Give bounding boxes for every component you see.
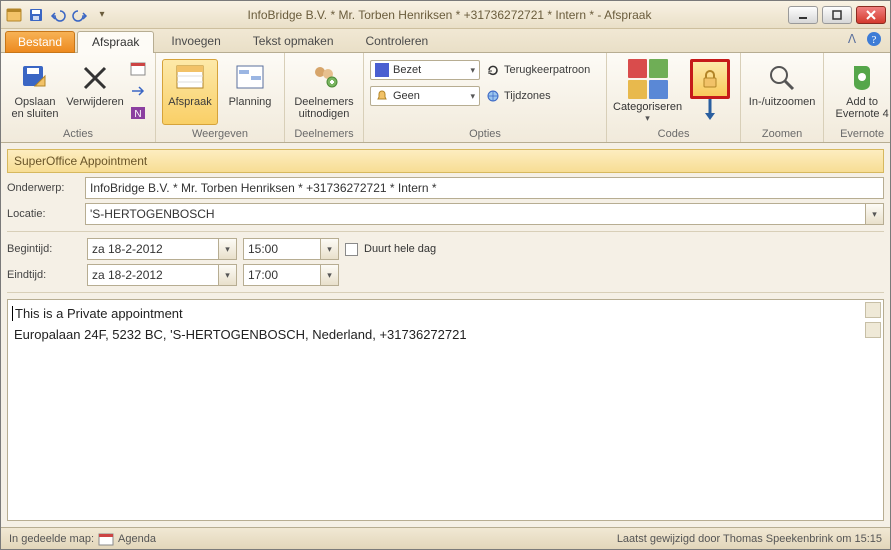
add-to-evernote-button[interactable]: Add to Evernote 4 [830,59,891,125]
svg-text:?: ? [872,34,877,46]
delete-button[interactable]: Verwijderen [67,59,123,125]
categorize-button[interactable] [628,59,668,99]
ribbon-minimize-icon[interactable]: ᐱ [844,31,860,47]
ribbon-group-zoomen: In-/uitzoomen Zoomen [741,53,824,142]
save-close-button[interactable]: Opslaan en sluiten [7,59,63,125]
app-icon [5,6,23,24]
start-time-combo[interactable]: 15:00▾ [243,238,339,260]
body-line-2: Europalaan 24F, 5232 BC, 'S-HERTOGENBOSC… [14,327,877,342]
location-dropdown-icon[interactable]: ▾ [865,204,883,224]
body-textarea[interactable]: This is a Private appointment Europalaan… [7,299,884,521]
start-label: Begintijd: [7,243,81,255]
close-button[interactable] [856,6,886,24]
ribbon-group-opties: Bezet ▾ Terugkeerpatroon Geen ▾ [364,53,607,142]
afspraak-view-button[interactable]: Afspraak [162,59,218,125]
undo-icon[interactable] [49,6,67,24]
body-side-controls [865,302,881,338]
subject-row: Onderwerp: InfoBridge B.V. * Mr. Torben … [7,177,884,199]
status-left-prefix: In gedeelde map: [9,533,94,545]
tab-tekst-opmaken[interactable]: Tekst opmaken [238,30,349,52]
redo-icon[interactable] [71,6,89,24]
private-button[interactable] [690,59,730,99]
ribbon-group-codes: Categoriseren ▾ Codes [607,53,741,142]
tab-afspraak[interactable]: Afspraak [77,31,154,53]
ribbon-group-evernote: Add to Evernote 4 Evernote [824,53,891,142]
start-date-combo[interactable]: za 18-2-2012▾ [87,238,237,260]
end-row: Eindtijd: za 18-2-2012▾ 17:00▾ [7,264,884,286]
maximize-button[interactable] [822,6,852,24]
status-bar: In gedeelde map: Agenda Laatst gewijzigd… [1,527,890,549]
content-area: SuperOffice Appointment Onderwerp: InfoB… [1,143,890,527]
calendar-icon[interactable] [127,59,149,79]
qat-dropdown-icon[interactable]: ▾ [93,6,111,24]
zoom-button[interactable]: In-/uitzoomen [747,59,817,125]
save-icon[interactable] [27,6,45,24]
timezones-button[interactable]: Tijdzones [486,89,551,103]
ribbon-group-deelnemers: Deelnemers uitnodigen Deelnemers [285,53,364,142]
ribbon-tabs: Bestand Afspraak Invoegen Tekst opmaken … [1,29,890,53]
lock-icon [698,67,722,91]
ribbon-group-acties: Opslaan en sluiten Verwijderen N Acties [1,53,156,142]
status-right: Laatst gewijzigd door Thomas Speekenbrin… [617,533,882,545]
title-bar: ▾ InfoBridge B.V. * Mr. Torben Henriksen… [1,1,890,29]
end-date-combo[interactable]: za 18-2-2012▾ [87,264,237,286]
minimize-button[interactable] [788,6,818,24]
recurrence-button[interactable]: Terugkeerpatroon [486,63,590,77]
forward-icon[interactable] [127,81,149,101]
body-nav-icon[interactable] [865,322,881,338]
superoffice-banner: SuperOffice Appointment [7,149,884,173]
body-zoom-icon[interactable] [865,302,881,318]
location-row: Locatie: 'S-HERTOGENBOSCH ▾ [7,203,884,225]
window-title: InfoBridge B.V. * Mr. Torben Henriksen *… [111,8,788,22]
start-row: Begintijd: za 18-2-2012▾ 15:00▾ Duurt he… [7,238,884,260]
quick-access-toolbar: ▾ [5,6,111,24]
body-line-1: This is a Private appointment [12,306,877,321]
calendar-small-icon [98,531,114,547]
end-time-combo[interactable]: 17:00▾ [243,264,339,286]
status-left-value[interactable]: Agenda [118,533,156,545]
location-input[interactable]: 'S-HERTOGENBOSCH ▾ [85,203,884,225]
window-buttons [788,6,886,24]
reminder-combo[interactable]: Geen ▾ [370,86,480,106]
arrow-down-icon [704,99,716,121]
help-icon[interactable]: ? [866,31,882,47]
invite-attendees-button[interactable]: Deelnemers uitnodigen [291,59,357,125]
ribbon: Opslaan en sluiten Verwijderen N Acties … [1,53,890,143]
onenote-icon[interactable]: N [127,103,149,123]
all-day-label: Duurt hele dag [364,243,436,255]
all-day-checkbox[interactable] [345,243,358,256]
subject-label: Onderwerp: [7,182,81,194]
planning-view-button[interactable]: Planning [222,59,278,125]
file-tab[interactable]: Bestand [5,31,75,53]
ribbon-group-weergeven: Afspraak Planning Weergeven [156,53,285,142]
show-as-combo[interactable]: Bezet ▾ [370,60,480,80]
end-label: Eindtijd: [7,269,81,281]
location-label: Locatie: [7,208,81,220]
subject-input[interactable]: InfoBridge B.V. * Mr. Torben Henriksen *… [85,177,884,199]
svg-text:N: N [134,109,141,120]
tab-controleren[interactable]: Controleren [351,30,444,52]
tab-invoegen[interactable]: Invoegen [156,30,235,52]
